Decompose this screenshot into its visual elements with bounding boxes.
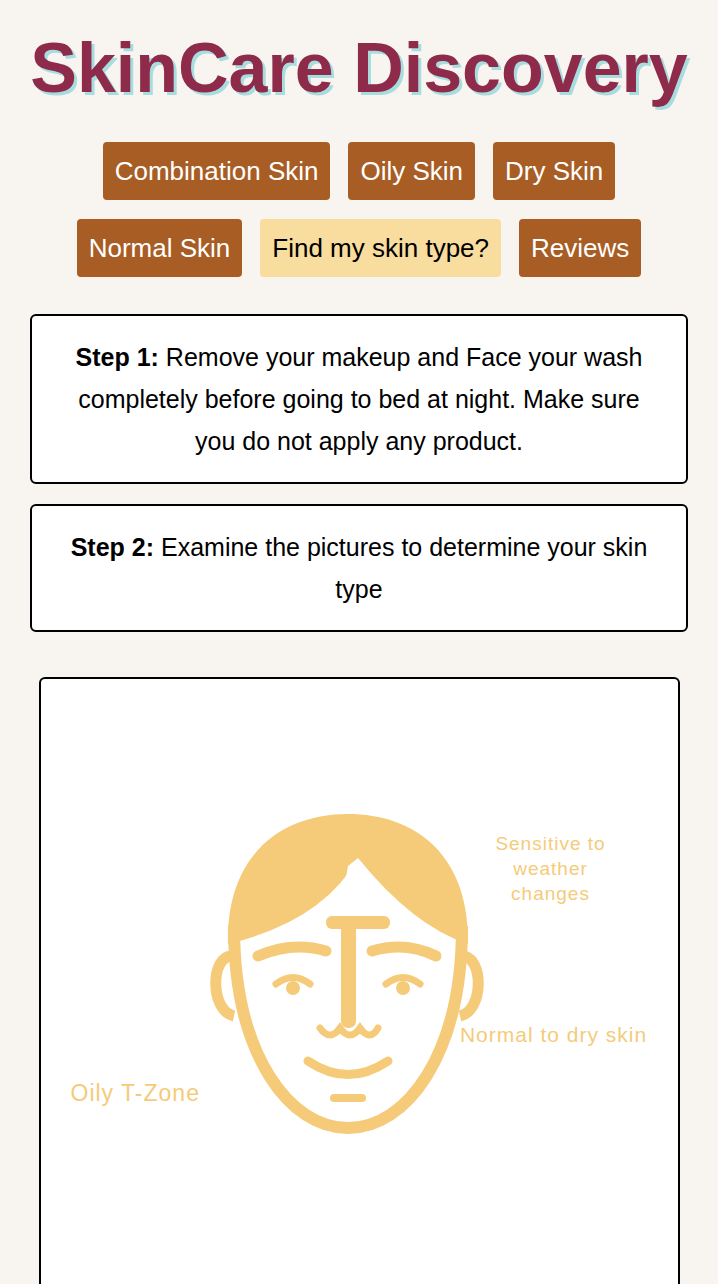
site-title: SkinCare Discovery xyxy=(30,26,688,110)
nav-button[interactable]: Find my skin type? xyxy=(260,219,501,277)
nav-button[interactable]: Combination Skin xyxy=(103,142,331,200)
step-label: Step 1: xyxy=(76,343,159,371)
nav-button[interactable]: Oily Skin xyxy=(348,142,475,200)
nav-row: Combination Skin Oily Skin Dry Skin xyxy=(103,142,616,200)
steps: Step 1: Remove your makeup and Face your… xyxy=(30,314,688,632)
nav-button[interactable]: Normal Skin xyxy=(77,219,243,277)
step-card: Step 1: Remove your makeup and Face your… xyxy=(30,314,688,484)
figure-label: Normal to dry skin xyxy=(459,1022,649,1048)
figure-label: Oily T-Zone xyxy=(71,1079,200,1107)
step-label: Step 2: xyxy=(71,533,154,561)
nav-row: Normal Skin Find my skin type? Reviews xyxy=(77,219,642,277)
nav-bar: Combination Skin Oily Skin Dry Skin Normal … xyxy=(77,142,642,277)
page: SkinCare Discovery Combination Skin Oily S… xyxy=(0,0,718,1284)
step-card: Step 2: Examine the pictures to determin… xyxy=(30,504,688,632)
step-text: Examine the pictures to determine your s… xyxy=(161,533,647,603)
skin-type-figure: Sensitive to weather changes Normal to dr… xyxy=(39,677,680,1284)
step-text: Remove your makeup and Face your wash co… xyxy=(78,343,642,455)
nav-button[interactable]: Reviews xyxy=(519,219,641,277)
face-icon xyxy=(208,806,488,1141)
figure-label: Sensitive to weather changes xyxy=(480,831,622,906)
nav-button[interactable]: Dry Skin xyxy=(493,142,615,200)
